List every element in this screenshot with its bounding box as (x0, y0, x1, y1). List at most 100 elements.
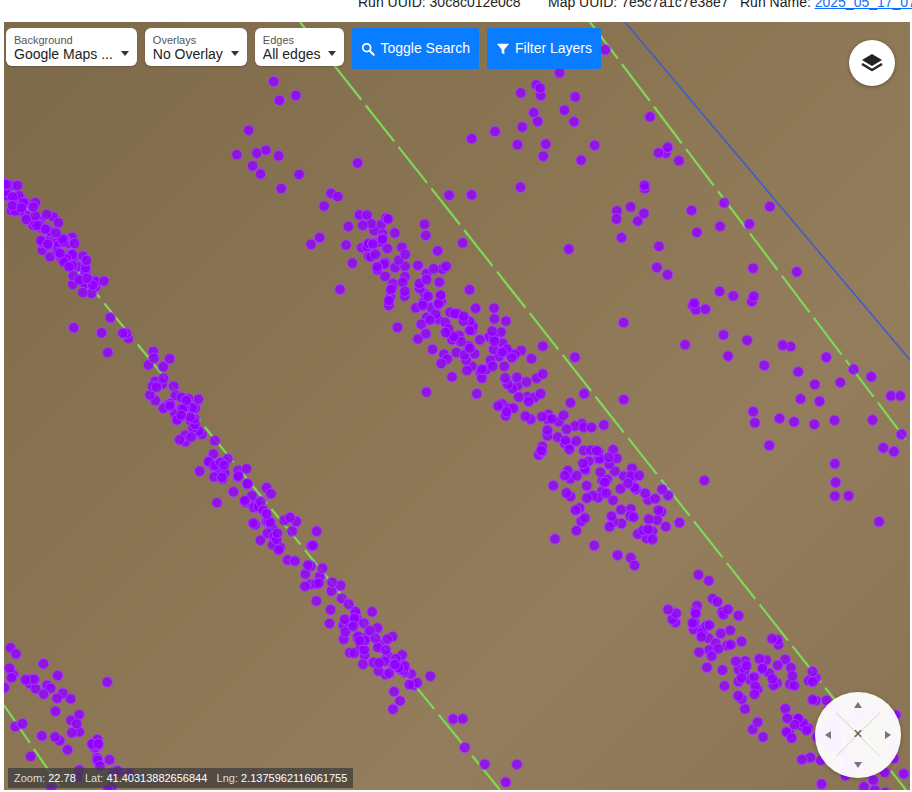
data-point[interactable] (380, 271, 390, 281)
data-point[interactable] (645, 112, 655, 122)
data-point[interactable] (370, 249, 380, 259)
data-point[interactable] (489, 314, 499, 324)
data-point[interactable] (870, 785, 880, 790)
data-point[interactable] (466, 190, 476, 200)
data-point[interactable] (383, 214, 393, 224)
data-point[interactable] (764, 440, 774, 450)
data-point[interactable] (591, 446, 601, 456)
data-point[interactable] (457, 238, 467, 248)
data-point[interactable] (536, 445, 546, 455)
data-point[interactable] (347, 258, 357, 268)
data-point[interactable] (787, 671, 797, 681)
data-point[interactable] (335, 284, 345, 294)
data-point[interactable] (726, 640, 736, 650)
data-point[interactable] (291, 90, 301, 100)
data-point[interactable] (704, 620, 714, 630)
data-point[interactable] (702, 662, 712, 672)
data-point[interactable] (372, 262, 382, 272)
data-point[interactable] (529, 107, 539, 117)
data-point[interactable] (165, 354, 175, 364)
data-point[interactable] (717, 665, 727, 675)
data-point[interactable] (386, 284, 396, 294)
data-point[interactable] (20, 675, 30, 685)
data-point[interactable] (795, 394, 805, 404)
data-point[interactable] (69, 323, 79, 333)
data-point[interactable] (767, 634, 777, 644)
data-point[interactable] (384, 295, 394, 305)
layer-select[interactable]: BackgroundGoogle Maps ... (6, 28, 137, 66)
select-value[interactable]: Google Maps ... (14, 46, 113, 63)
data-point[interactable] (308, 540, 318, 550)
data-point[interactable] (570, 352, 580, 362)
data-point[interactable] (52, 693, 62, 703)
data-point[interactable] (848, 364, 858, 374)
data-point[interactable] (327, 577, 337, 587)
data-point[interactable] (674, 156, 684, 166)
data-point[interactable] (212, 498, 222, 508)
data-point[interactable] (4, 179, 11, 189)
data-point[interactable] (368, 239, 378, 249)
data-point[interactable] (489, 303, 499, 313)
data-point[interactable] (604, 522, 614, 532)
data-point[interactable] (317, 563, 327, 573)
data-point[interactable] (194, 466, 204, 476)
data-point[interactable] (421, 274, 431, 284)
data-point[interactable] (427, 344, 437, 354)
data-point[interactable] (501, 777, 511, 787)
data-point[interactable] (290, 556, 300, 566)
data-point[interactable] (43, 239, 53, 249)
data-point[interactable] (4, 682, 10, 692)
data-point[interactable] (400, 286, 410, 296)
data-point[interactable] (315, 232, 325, 242)
data-point[interactable] (700, 304, 710, 314)
data-point[interactable] (612, 550, 622, 560)
data-point[interactable] (210, 436, 220, 446)
data-point[interactable] (801, 725, 811, 735)
data-point[interactable] (151, 382, 161, 392)
data-point[interactable] (421, 387, 431, 397)
recenter-button[interactable]: × (848, 724, 868, 744)
data-point[interactable] (561, 488, 571, 498)
data-point[interactable] (715, 221, 725, 231)
data-point[interactable] (444, 190, 454, 200)
data-point[interactable] (680, 340, 690, 350)
dropdown-caret-icon[interactable] (328, 51, 336, 56)
edge-line[interactable] (590, 22, 910, 445)
data-point[interactable] (874, 516, 884, 526)
dropdown-caret-icon[interactable] (121, 51, 129, 56)
data-point[interactable] (643, 524, 653, 534)
data-point[interactable] (878, 443, 888, 453)
data-point[interactable] (559, 105, 569, 115)
data-point[interactable] (42, 209, 52, 219)
data-point[interactable] (821, 352, 831, 362)
data-point[interactable] (470, 303, 480, 313)
data-point[interactable] (814, 396, 824, 406)
data-point[interactable] (586, 422, 596, 432)
data-point[interactable] (889, 446, 899, 456)
data-point[interactable] (261, 509, 271, 519)
data-point[interactable] (866, 372, 876, 382)
data-point[interactable] (158, 373, 168, 383)
data-point[interactable] (26, 751, 36, 761)
data-point[interactable] (343, 221, 353, 231)
data-point[interactable] (749, 291, 759, 301)
data-point[interactable] (274, 151, 284, 161)
data-point[interactable] (663, 604, 673, 614)
data-point[interactable] (564, 444, 574, 454)
data-point[interactable] (462, 365, 472, 375)
data-point[interactable] (753, 717, 763, 727)
map-view[interactable]: BackgroundGoogle Maps ...OverlaysNo Over… (4, 22, 910, 790)
data-point[interactable] (723, 351, 733, 361)
data-point[interactable] (601, 488, 611, 498)
data-point[interactable] (790, 720, 800, 730)
edge-line[interactable] (300, 22, 906, 790)
data-point[interactable] (809, 419, 819, 429)
data-point[interactable] (562, 424, 572, 434)
data-point[interactable] (39, 689, 49, 699)
data-point[interactable] (619, 394, 629, 404)
data-point[interactable] (792, 267, 802, 277)
data-point[interactable] (618, 317, 628, 327)
toggle-search-button[interactable]: Toggle Search (352, 28, 479, 69)
data-point[interactable] (829, 415, 839, 425)
header-value[interactable]: 2025_05_17_07 (815, 0, 912, 10)
